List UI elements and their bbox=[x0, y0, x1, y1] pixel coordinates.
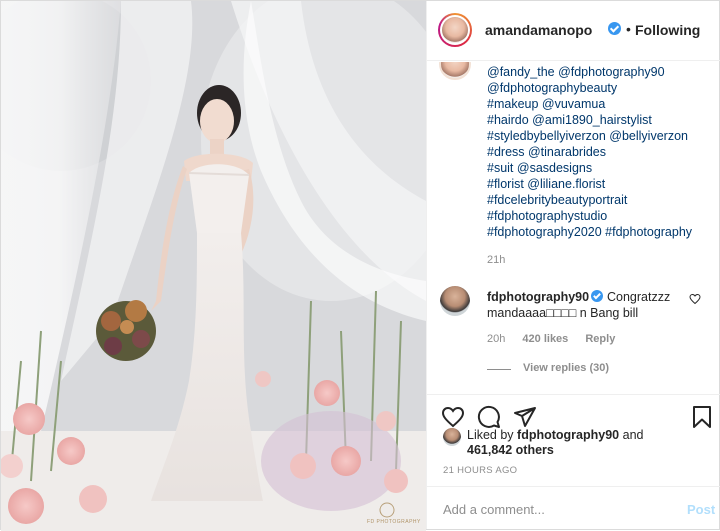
comment-time[interactable]: 20h bbox=[487, 333, 505, 345]
separator-dot: • bbox=[626, 21, 631, 37]
caption-line[interactable]: @fdphotographybeauty bbox=[487, 80, 717, 96]
comments-section[interactable]: @fandy_the @fdphotography90 @fdphotograp… bbox=[427, 62, 720, 394]
author-username[interactable]: amandamanopo bbox=[485, 22, 592, 38]
comment-meta: 20h 420 likes Reply bbox=[487, 333, 629, 345]
instagram-post: FD PHOTOGRAPHY amandamanopo • Following … bbox=[0, 0, 720, 531]
caption-line[interactable]: #fdphotographystudio bbox=[487, 208, 717, 224]
caption-line[interactable]: #florist @liliane.florist bbox=[487, 176, 717, 192]
comment-text: Congratzzz bbox=[607, 290, 671, 304]
caption-line[interactable]: #hairdo @ami1890_hairstylist bbox=[487, 112, 717, 128]
author-avatar[interactable] bbox=[438, 13, 472, 47]
caption-avatar[interactable] bbox=[439, 62, 471, 80]
add-comment-bar: Post bbox=[427, 486, 720, 530]
post-header: amandamanopo • Following bbox=[427, 1, 720, 61]
photo-watermark: FD PHOTOGRAPHY bbox=[367, 519, 421, 525]
caption-line[interactable]: #fdphotography2020 #fdphotography bbox=[487, 224, 717, 240]
following-button[interactable]: Following bbox=[635, 22, 700, 38]
caption-line[interactable]: #dress @tinarabrides bbox=[487, 144, 717, 160]
avatar-image bbox=[442, 17, 468, 43]
caption-line[interactable]: #styledbybellyiverzon @bellyiverzon bbox=[487, 128, 717, 144]
post-comment-button[interactable]: Post bbox=[687, 502, 715, 517]
liked-by-others[interactable]: 461,842 others bbox=[467, 443, 554, 457]
view-replies-line bbox=[487, 369, 511, 370]
caption-line[interactable]: #makeup @vuvamua bbox=[487, 96, 717, 112]
view-replies-button[interactable]: View replies (30) bbox=[523, 362, 609, 374]
post-timestamp[interactable]: 21 HOURS AGO bbox=[443, 465, 517, 476]
heart-icon[interactable] bbox=[441, 405, 465, 429]
post-side-panel: amandamanopo • Following @fandy_the @fdp… bbox=[426, 1, 720, 529]
photo-illustration bbox=[1, 1, 426, 531]
avatar-frame bbox=[440, 15, 470, 45]
commenter-username[interactable]: fdphotography90 bbox=[487, 290, 589, 304]
liker-avatar[interactable] bbox=[443, 428, 461, 446]
liked-by-prefix: Liked by bbox=[467, 428, 514, 442]
verified-badge-icon bbox=[608, 22, 621, 35]
liked-by-and: and bbox=[622, 428, 644, 442]
add-comment-input[interactable] bbox=[441, 496, 665, 522]
liked-by-line: Liked by fdphotography90 and bbox=[467, 428, 643, 442]
comment-like-heart-icon[interactable] bbox=[689, 293, 701, 305]
bookmark-icon[interactable] bbox=[691, 405, 713, 429]
caption-time[interactable]: 21h bbox=[487, 254, 505, 266]
caption-tags: @fandy_the @fdphotography90 @fdphotograp… bbox=[487, 64, 717, 240]
caption-line[interactable]: @fandy_the @fdphotography90 bbox=[487, 64, 717, 80]
action-bar bbox=[427, 394, 720, 428]
post-photo[interactable]: FD PHOTOGRAPHY bbox=[1, 1, 426, 531]
comment-text-continued: mandaaaa□□□□ n Bang bill bbox=[487, 306, 639, 320]
caption-line[interactable]: #suit @sasdesigns bbox=[487, 160, 717, 176]
comment-icon[interactable] bbox=[477, 405, 501, 429]
liked-by-user[interactable]: fdphotography90 bbox=[517, 428, 619, 442]
verified-badge-icon bbox=[591, 290, 603, 302]
reply-button[interactable]: Reply bbox=[585, 333, 615, 345]
caption-line[interactable]: #fdcelebritybeautyportrait bbox=[487, 192, 717, 208]
share-icon[interactable] bbox=[513, 405, 537, 429]
comment-likes[interactable]: 420 likes bbox=[522, 333, 568, 345]
commenter-avatar[interactable] bbox=[440, 286, 470, 316]
